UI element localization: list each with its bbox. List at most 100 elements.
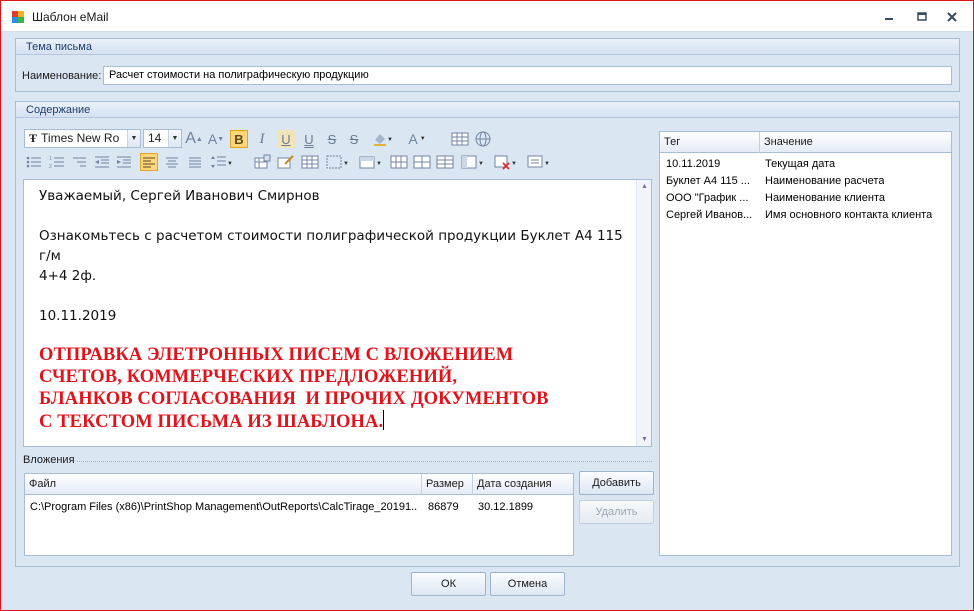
shrink-font-icon[interactable]: A ▼ bbox=[207, 130, 225, 148]
col-value[interactable]: Значение bbox=[760, 132, 951, 153]
tag-row-2-tag[interactable]: Буклет А4 115 ... bbox=[666, 175, 758, 187]
name-label: Наименование: bbox=[22, 70, 102, 82]
draw-table-icon[interactable] bbox=[277, 153, 295, 171]
font-color-icon[interactable]: A ▼ bbox=[404, 130, 430, 148]
scroll-up-icon[interactable]: ▲ bbox=[641, 183, 648, 190]
italic-button[interactable]: I bbox=[253, 130, 271, 148]
ok-button[interactable]: ОК bbox=[411, 572, 486, 596]
greeting-line: Уважаемый, Сергей Иванович Смирнов bbox=[39, 188, 320, 204]
minimize-icon[interactable] bbox=[881, 9, 897, 25]
date-line: 10.11.2019 bbox=[39, 308, 117, 324]
editor-content[interactable]: Уважаемый, Сергей Иванович Смирнов Ознак… bbox=[39, 186, 634, 433]
font-size-value: 14 bbox=[148, 131, 162, 145]
decrease-indent-icon[interactable] bbox=[93, 153, 111, 171]
align-left-icon[interactable] bbox=[140, 153, 158, 171]
scroll-down-icon[interactable]: ▼ bbox=[641, 436, 648, 443]
svg-text:1: 1 bbox=[49, 156, 52, 162]
red-line-3: БЛАНКОВ СОГЛАСОВАНИЯ И ПРОЧИХ ДОКУМЕНТОВ bbox=[39, 389, 549, 409]
insert-table-icon[interactable] bbox=[451, 130, 469, 148]
tag-row-3-tag[interactable]: ООО "График ... bbox=[666, 192, 758, 204]
tag-row-1-tag[interactable]: 10.11.2019 bbox=[666, 158, 758, 170]
svg-text:▼: ▼ bbox=[387, 137, 392, 143]
svg-text:▼: ▼ bbox=[478, 161, 484, 167]
red-line-2: СЧЕТОВ, КОММЕРЧЕСКИХ ПРЕДЛОЖЕНИЙ, bbox=[39, 367, 458, 387]
maximize-icon[interactable] bbox=[914, 9, 930, 25]
paragraph-dialog-icon[interactable]: ▼ bbox=[525, 153, 553, 171]
add-attachment-button[interactable]: Добавить bbox=[579, 471, 654, 495]
align-justify-icon[interactable] bbox=[186, 153, 204, 171]
body-line-2: 4+4 2ф. bbox=[39, 268, 97, 284]
svg-text:2: 2 bbox=[49, 164, 52, 169]
col-date[interactable]: Дата создания bbox=[473, 474, 573, 495]
tags-grid[interactable]: Тег Значение 10.11.2019 Текущая дата Бук… bbox=[659, 131, 952, 556]
delete-attachment-button[interactable]: Удалить bbox=[579, 500, 654, 524]
strikethrough-button[interactable]: S bbox=[323, 130, 341, 148]
svg-text:▼: ▼ bbox=[376, 161, 382, 167]
attachments-label: Вложения bbox=[23, 454, 75, 466]
font-name-value: Times New Ro bbox=[41, 131, 120, 145]
align-center-icon[interactable] bbox=[163, 153, 181, 171]
red-line-1: ОТПРАВКА ЭЛЕТРОННЫХ ПИСЕМ С ВЛОЖЕНИЕМ bbox=[39, 345, 514, 365]
svg-text:▼: ▼ bbox=[227, 161, 233, 167]
split-table-icon[interactable] bbox=[436, 153, 454, 171]
split-cells-icon[interactable] bbox=[413, 153, 431, 171]
numbering-icon[interactable]: 12 bbox=[48, 153, 66, 171]
table-grid-icon[interactable] bbox=[301, 153, 319, 171]
table-properties-icon[interactable] bbox=[254, 153, 272, 171]
svg-text:▼: ▼ bbox=[511, 161, 517, 167]
col-file[interactable]: Файл bbox=[25, 474, 422, 495]
highlight-color-icon[interactable]: ▼ bbox=[369, 130, 395, 148]
tag-row-3-value[interactable]: Наименование клиента bbox=[765, 192, 885, 204]
attachments-grid-header: Файл Размер Дата создания bbox=[25, 474, 573, 495]
attachment-date[interactable]: 30.12.1899 bbox=[478, 501, 533, 513]
tags-grid-header: Тег Значение bbox=[660, 132, 951, 153]
multilevel-list-icon[interactable] bbox=[70, 153, 88, 171]
svg-text:▼: ▼ bbox=[544, 161, 550, 167]
tag-row-4-value[interactable]: Имя основного контакта клиента bbox=[765, 209, 932, 221]
table-borders-icon[interactable]: ▼ bbox=[324, 153, 352, 171]
text-caret bbox=[383, 410, 385, 430]
chevron-down-icon[interactable]: ▼ bbox=[168, 130, 181, 147]
email-body-editor[interactable]: Уважаемый, Сергей Иванович Смирнов Ознак… bbox=[23, 179, 652, 447]
font-size-combo[interactable]: 14 ▼ bbox=[143, 129, 182, 148]
attachments-divider bbox=[77, 461, 652, 462]
svg-text:▼: ▼ bbox=[343, 161, 349, 167]
globe-icon[interactable] bbox=[474, 130, 492, 148]
insert-rows-icon[interactable]: ▼ bbox=[357, 153, 385, 171]
tag-row-4-tag[interactable]: Сергей Иванов... bbox=[666, 209, 758, 221]
insert-columns-icon[interactable]: ▼ bbox=[459, 153, 487, 171]
merge-cells-icon[interactable] bbox=[390, 153, 408, 171]
chevron-down-icon[interactable]: ▼ bbox=[127, 130, 140, 147]
tag-row-2-value[interactable]: Наименование расчета bbox=[765, 175, 884, 187]
underline-button[interactable]: U bbox=[277, 130, 295, 148]
window-title: Шаблон eMail bbox=[32, 10, 109, 24]
bullets-icon[interactable] bbox=[25, 153, 43, 171]
double-underline-button[interactable]: U bbox=[300, 130, 318, 148]
red-line-4: С ТЕКСТОМ ПИСЬМА ИЗ ШАБЛОНА. bbox=[39, 410, 634, 433]
attachments-grid[interactable]: Файл Размер Дата создания C:\Program Fil… bbox=[24, 473, 574, 556]
red-line-4-text: С ТЕКСТОМ ПИСЬМА ИЗ ШАБЛОНА. bbox=[39, 412, 384, 432]
subject-group-header: Тема письма bbox=[16, 39, 959, 55]
font-name-combo[interactable]: Ŧ Times New Ro ▼ bbox=[24, 129, 141, 148]
bold-button[interactable]: B bbox=[230, 130, 248, 148]
font-type-icon: Ŧ bbox=[29, 131, 38, 145]
col-tag[interactable]: Тег bbox=[660, 132, 760, 153]
col-size[interactable]: Размер bbox=[422, 474, 473, 495]
attachment-size[interactable]: 86879 bbox=[428, 501, 459, 513]
attachment-file[interactable]: C:\Program Files (x86)\PrintShop Managem… bbox=[30, 501, 418, 513]
editor-scrollbar[interactable]: ▲ ▼ bbox=[636, 180, 651, 446]
close-icon[interactable] bbox=[944, 9, 960, 25]
email-template-window: Шаблон eMail Тема письма Наименование: Р… bbox=[0, 0, 974, 611]
line-spacing-icon[interactable]: ▼ bbox=[209, 153, 235, 171]
double-strikethrough-button[interactable]: S bbox=[345, 130, 363, 148]
cancel-button[interactable]: Отмена bbox=[490, 572, 565, 596]
app-icon bbox=[11, 10, 25, 24]
tag-row-1-value[interactable]: Текущая дата bbox=[765, 158, 835, 170]
name-input[interactable]: Расчет стоимости на полиграфическую прод… bbox=[103, 66, 952, 85]
increase-indent-icon[interactable] bbox=[115, 153, 133, 171]
delete-table-icon[interactable]: ▼ bbox=[492, 153, 520, 171]
body-line-1: Ознакомьтесь с расчетом стоимости полигр… bbox=[39, 228, 623, 264]
title-bar: Шаблон eMail bbox=[1, 1, 973, 32]
grow-font-icon[interactable]: A ▲ bbox=[185, 130, 203, 148]
content-group-header: Содержание bbox=[16, 102, 959, 118]
